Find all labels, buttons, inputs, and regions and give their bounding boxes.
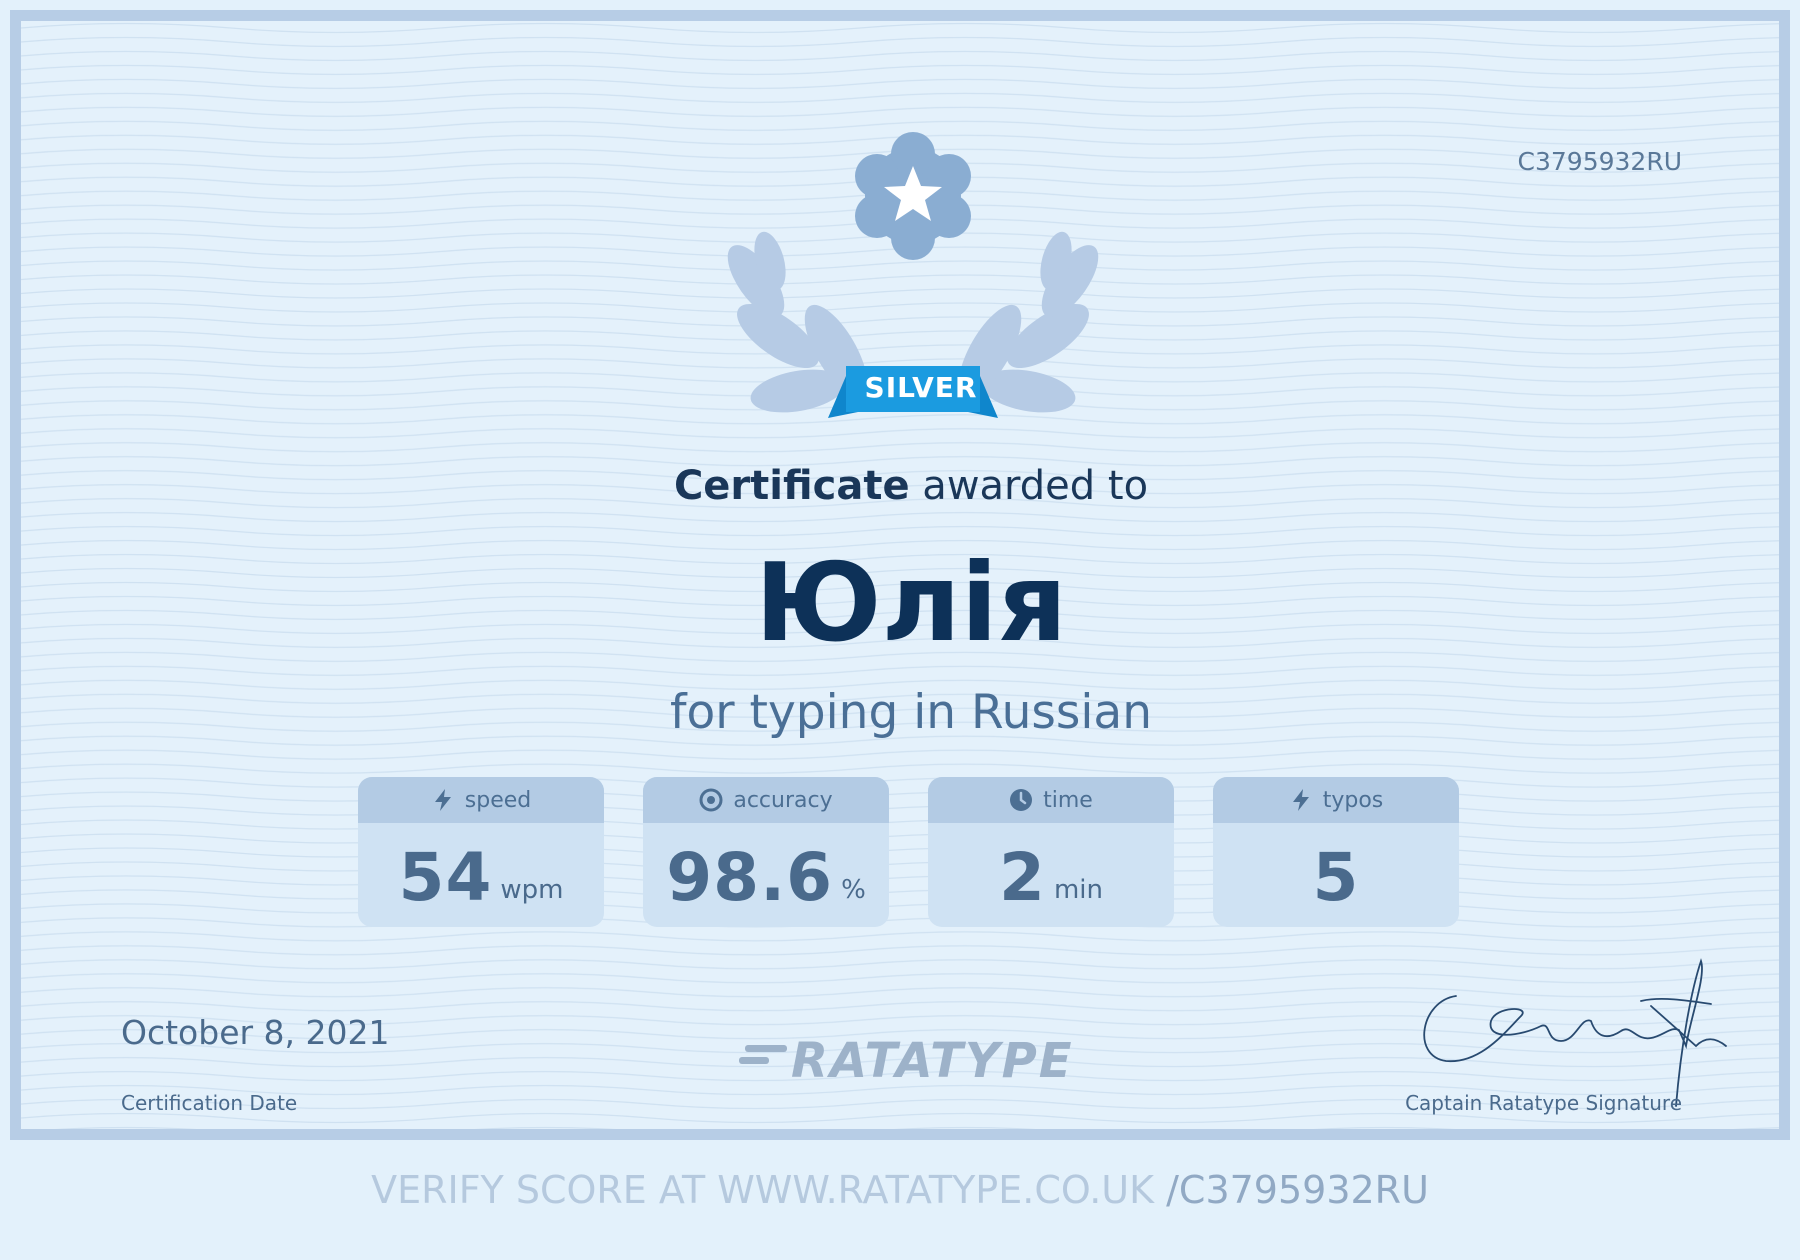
certificate-subtitle: for typing in Russian [669,685,1152,740]
stat-value: 98.6 % [643,823,889,927]
stat-typos: typos 5 [1213,777,1459,927]
stat-header: speed [358,777,604,823]
stat-unit: % [841,875,866,905]
target-icon [699,788,723,812]
certification-date: October 8, 2021 [121,1013,390,1052]
certification-date-label: Certification Date [121,1091,298,1115]
stat-time: time 2 min [928,777,1174,927]
recipient-name: Юлія [754,541,1068,666]
ratatype-logo: RATATYPE [791,1033,1074,1089]
heading-rest: awarded to [909,463,1149,509]
signature-label: Captain Ratatype Signature [1405,1091,1682,1115]
stat-header: accuracy [643,777,889,823]
verify-id: /C3795932RU [1166,1168,1429,1212]
stat-label: typos [1322,787,1384,813]
stats-row: speed 54 wpm accuracy 98.6 % time 2 min … [358,777,1468,927]
ratatype-logo-icon [739,1045,787,1064]
stat-label: accuracy [733,787,833,813]
stat-value: 5 [1213,823,1459,927]
stat-header: time [928,777,1174,823]
stat-unit: wpm [500,875,564,905]
stat-header: typos [1213,777,1459,823]
certificate-heading: Certificate awarded to [21,463,1779,509]
stat-unit: min [1053,875,1103,905]
stat-accuracy: accuracy 98.6 % [643,777,889,927]
certificate-card: C3795932RU SILVER Certificate awarded to… [10,10,1790,1140]
clock-icon [1010,789,1033,811]
heading-bold: Certificate [673,463,910,509]
stat-number: 5 [1312,838,1360,916]
stat-number: 98.6 [666,838,834,916]
stat-number: 2 [999,838,1046,916]
lightning-icon [434,789,451,811]
certificate-id: C3795932RU [1517,147,1682,176]
lightning-icon [1292,789,1309,811]
stat-label: time [1043,787,1093,813]
stat-value: 54 wpm [358,823,604,927]
verify-url[interactable]: VERIFY SCORE AT WWW.RATATYPE.CO.UK [371,1168,1166,1212]
stat-value: 2 min [928,823,1174,927]
verify-footer: VERIFY SCORE AT WWW.RATATYPE.CO.UK /C379… [0,1168,1800,1212]
stat-label: speed [464,787,532,813]
stat-speed: speed 54 wpm [358,777,604,927]
stat-number: 54 [398,838,493,916]
silver-badge-label: SILVER [864,371,978,404]
